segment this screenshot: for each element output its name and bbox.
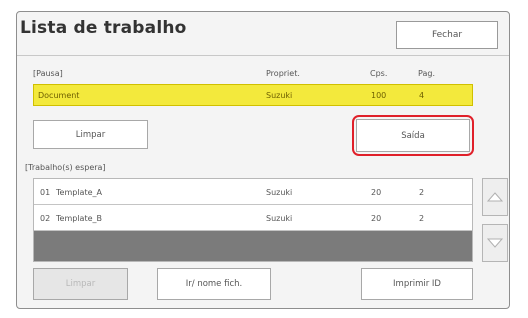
empty-row (34, 231, 472, 261)
row-name: Template_A (56, 188, 102, 197)
paused-job-row[interactable]: Document Suzuki 100 4 (33, 84, 473, 106)
column-pages-header: Pag. (418, 69, 435, 78)
table-row[interactable]: 01 Template_A Suzuki 20 2 (34, 179, 472, 205)
scroll-down-button[interactable] (482, 224, 508, 262)
clear-waiting-button[interactable]: Limpar (33, 268, 128, 300)
job-name: Document (38, 91, 80, 100)
row-copies: 20 (371, 188, 382, 197)
close-button[interactable]: Fechar (396, 21, 498, 49)
column-owner-header: Propriet. (266, 69, 300, 78)
row-index: 02 (40, 214, 51, 223)
save-name-button[interactable]: Ir/ nome fich. (157, 268, 271, 300)
title-divider (17, 55, 509, 56)
row-pages: 2 (419, 188, 425, 197)
table-row[interactable]: 02 Template_B Suzuki 20 2 (34, 205, 472, 231)
waiting-job-list: 01 Template_A Suzuki 20 2 02 Template_B … (33, 178, 473, 262)
row-name: Template_B (56, 214, 102, 223)
job-pages: 4 (419, 91, 425, 100)
job-copies: 100 (371, 91, 387, 100)
waiting-heading: [Trabalho(s) espera] (25, 163, 106, 172)
row-owner: Suzuki (266, 188, 293, 197)
clear-paused-button[interactable]: Limpar (33, 120, 148, 149)
paused-heading: [Pausa] (33, 69, 63, 78)
row-pages: 2 (419, 214, 425, 223)
column-copies-header: Cps. (370, 69, 388, 78)
triangle-up-icon (486, 192, 504, 202)
row-copies: 20 (371, 214, 382, 223)
scroll-up-button[interactable] (482, 178, 508, 216)
row-index: 01 (40, 188, 51, 197)
output-button-highlight (352, 115, 474, 156)
row-owner: Suzuki (266, 214, 293, 223)
window-title: Lista de trabalho (20, 18, 187, 38)
triangle-down-icon (486, 238, 504, 248)
print-id-button[interactable]: Imprimir ID (361, 268, 473, 300)
job-owner: Suzuki (266, 91, 293, 100)
